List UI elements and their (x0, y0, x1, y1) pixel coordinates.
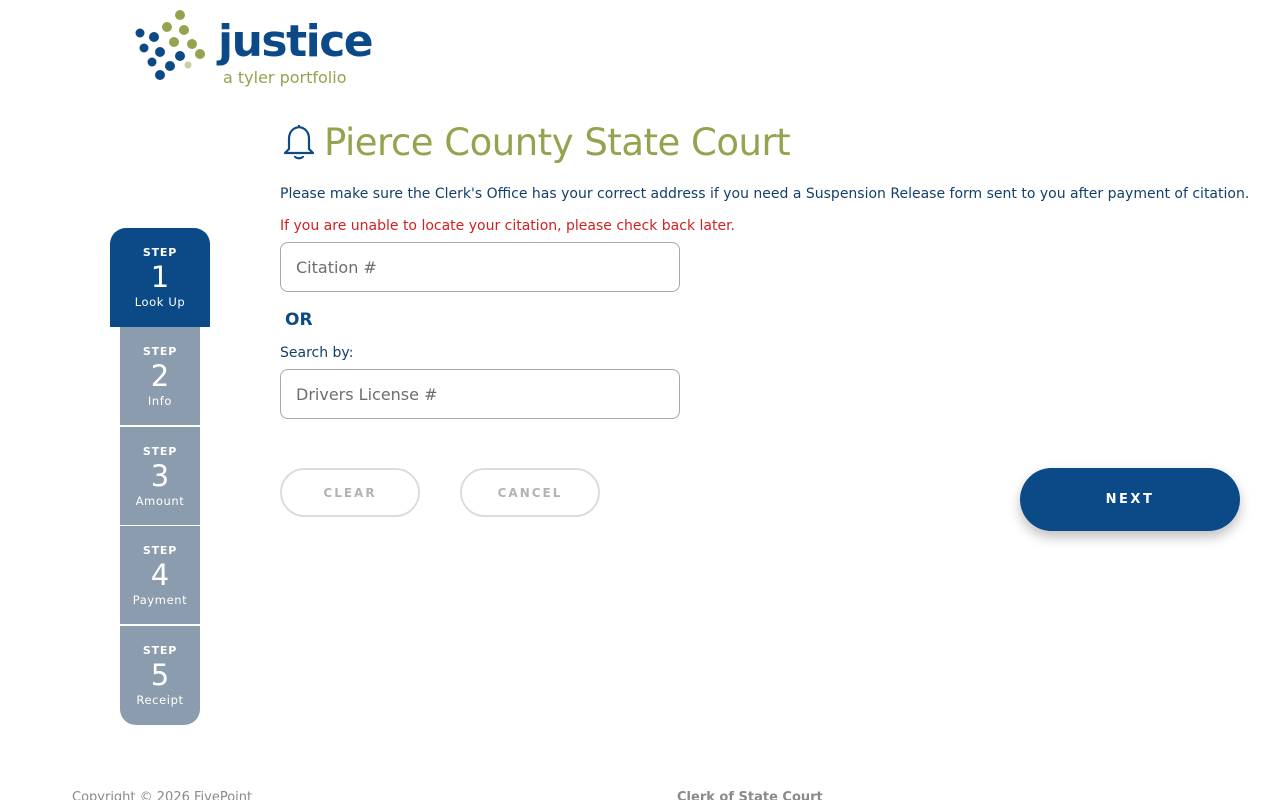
step-name: Look Up (134, 295, 186, 309)
step-number: 4 (150, 558, 170, 592)
step-number: 3 (150, 459, 170, 493)
step-number: 2 (150, 359, 170, 393)
footer-clerk-link[interactable]: Clerk of State Court (677, 790, 823, 800)
step-word: STEP (142, 644, 178, 657)
step-word: STEP (142, 544, 178, 557)
next-button[interactable]: NEXT (1020, 468, 1240, 531)
bell-icon (283, 125, 315, 160)
logo-wordmark: justice (218, 16, 374, 67)
citation-warning: If you are unable to locate your citatio… (280, 218, 736, 234)
search-by-label: Search by: (280, 345, 354, 361)
step-name: Payment (132, 593, 188, 607)
step-word: STEP (142, 246, 178, 259)
step-5-receipt: STEP 5 Receipt (120, 626, 200, 725)
or-label: OR (285, 310, 313, 330)
footer-copyright: Copyright © 2026 FivePoint (72, 790, 253, 800)
step-number: 5 (150, 658, 170, 692)
logo-dots-icon (135, 10, 205, 80)
cancel-button[interactable]: CANCEL (460, 468, 600, 517)
step-1-look-up: STEP 1 Look Up (110, 228, 210, 327)
step-3-amount: STEP 3 Amount (120, 427, 200, 526)
clear-button[interactable]: CLEAR (280, 468, 420, 517)
logo-subtitle: a tyler portfolio (223, 68, 347, 87)
page-title: Pierce County State Court (324, 120, 791, 164)
step-word: STEP (142, 445, 178, 458)
justice-logo[interactable]: justice a tyler portfolio (130, 8, 374, 94)
step-name: Info (147, 394, 173, 408)
address-notice: Please make sure the Clerk's Office has … (280, 186, 1250, 202)
step-name: Receipt (136, 693, 184, 707)
step-number: 1 (150, 260, 170, 294)
step-4-payment: STEP 4 Payment (120, 526, 200, 625)
citation-input[interactable] (280, 242, 680, 292)
step-2-info: STEP 2 Info (120, 327, 200, 426)
step-word: STEP (142, 345, 178, 358)
drivers-license-input[interactable] (280, 369, 680, 419)
page-header: Pierce County State Court (282, 118, 791, 166)
step-name: Amount (135, 494, 185, 508)
